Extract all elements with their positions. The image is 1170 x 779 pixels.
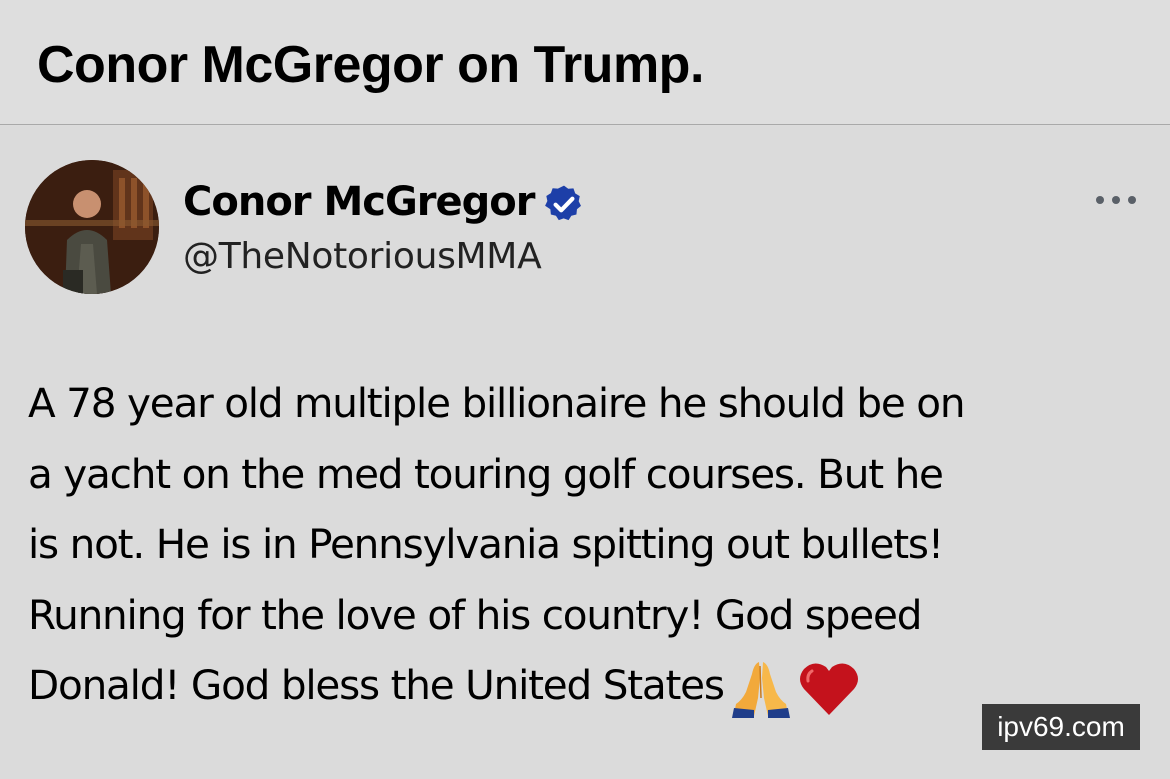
tweet-card[interactable]: Conor McGregor @TheNotoriousMMA A 78 yea…	[0, 126, 1170, 779]
author-handle[interactable]: @TheNotoriousMMA	[183, 234, 542, 280]
post-title: Conor McGregor on Trump.	[37, 36, 704, 94]
red-heart-icon	[799, 663, 858, 715]
folded-hands-icon	[731, 662, 790, 718]
verified-badge-icon	[545, 185, 581, 221]
tweet-text-last-line: Donald! God bless the United States	[28, 650, 1148, 721]
post-header: Conor McGregor on Trump.	[0, 0, 1170, 125]
more-horizontal-icon[interactable]	[1092, 188, 1140, 212]
tweet-text-line: A 78 year old multiple billionaire he sh…	[28, 379, 966, 427]
tweet-text-line: Running for the love of his country! God…	[28, 590, 922, 639]
tweet-text-line: is not. He is in Pennsylvania spitting o…	[28, 520, 944, 568]
tweet-text-line: Donald! God bless the United States	[28, 661, 725, 709]
avatar-photo	[25, 160, 159, 294]
watermark: ipv69.com	[982, 704, 1140, 750]
avatar[interactable]	[25, 160, 159, 294]
tweet-text-line: a yacht on the med touring golf courses.…	[28, 449, 944, 498]
tweet-text: A 78 year old multiple billionaire he sh…	[28, 368, 1148, 721]
author-name[interactable]: Conor McGregor	[183, 178, 535, 226]
